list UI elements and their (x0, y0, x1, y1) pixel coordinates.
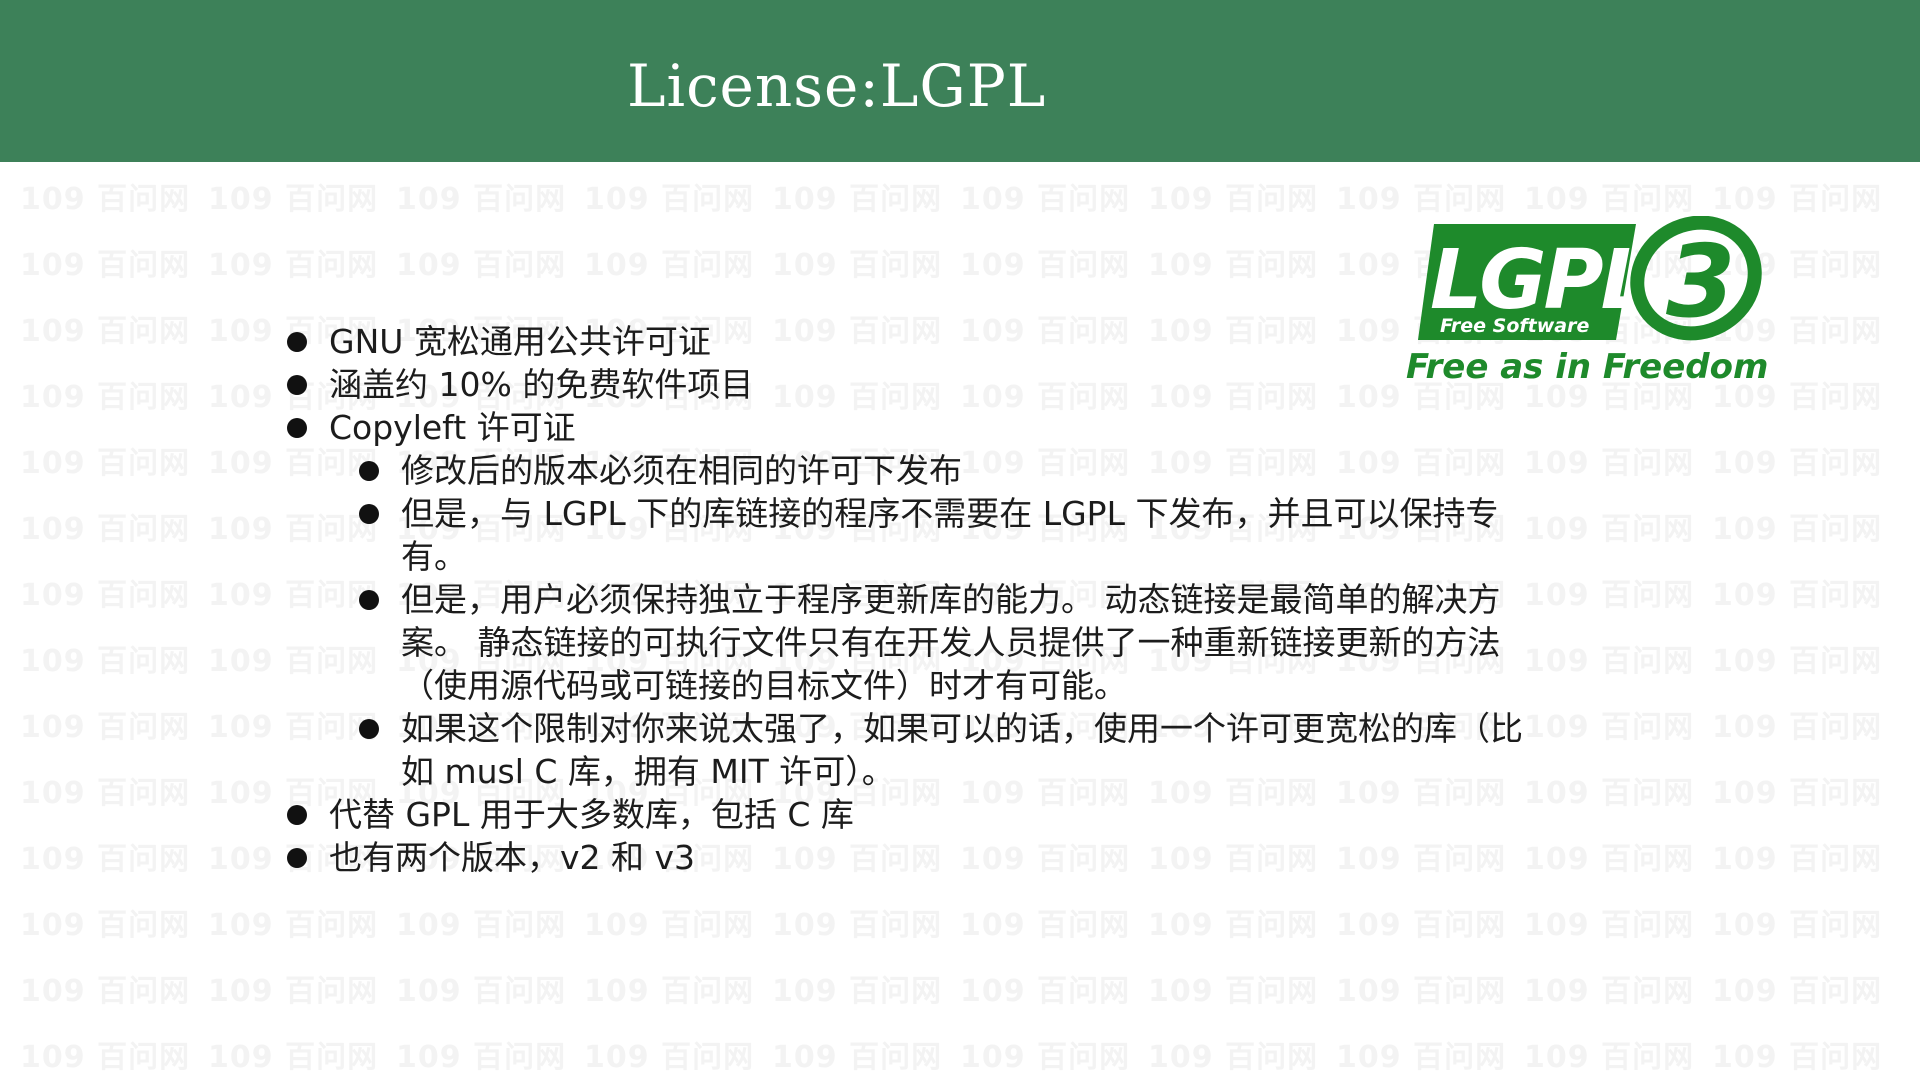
sub-bullet-item: 但是，与 LGPL 下的库链接的程序不需要在 LGPL 下发布，并且可以保持专有… (359, 492, 1547, 578)
free-software-text: Free Software (1440, 315, 1589, 337)
bullet-item: Copyleft 许可证 (287, 406, 1547, 449)
lgpl-badge-text: LGPL (1430, 233, 1650, 328)
sub-bullet-item: 但是，用户必须保持独立于程序更新库的能力。 动态链接是最简单的解决方案。 静态链… (359, 578, 1547, 707)
sub-bullet-item: 修改后的版本必须在相同的许可下发布 (359, 449, 1547, 492)
sub-bullet-item: 如果这个限制对你来说太强了，如果可以的话，使用一个许可更宽松的库（比如 musl… (359, 707, 1547, 793)
logo-tagline: Free as in Freedom (1406, 347, 1768, 387)
slide-title: License:LGPL (627, 52, 1047, 120)
bullet-item: 也有两个版本，v2 和 v3 (287, 836, 1547, 879)
lgpl-v3-logo: LGPL Free Software 3 Free as in Freedom (1406, 216, 1768, 387)
bullet-item: GNU 宽松通用公共许可证 (287, 320, 1547, 363)
bullet-item: 代替 GPL 用于大多数库，包括 C 库 (287, 793, 1547, 836)
bullet-item: 涵盖约 10% 的免费软件项目 (287, 363, 1547, 406)
title-bar: License:LGPL (0, 0, 1920, 162)
version-number: 3 (1666, 223, 1736, 340)
bullet-list: GNU 宽松通用公共许可证 涵盖约 10% 的免费软件项目 Copyleft 许… (287, 320, 1547, 879)
